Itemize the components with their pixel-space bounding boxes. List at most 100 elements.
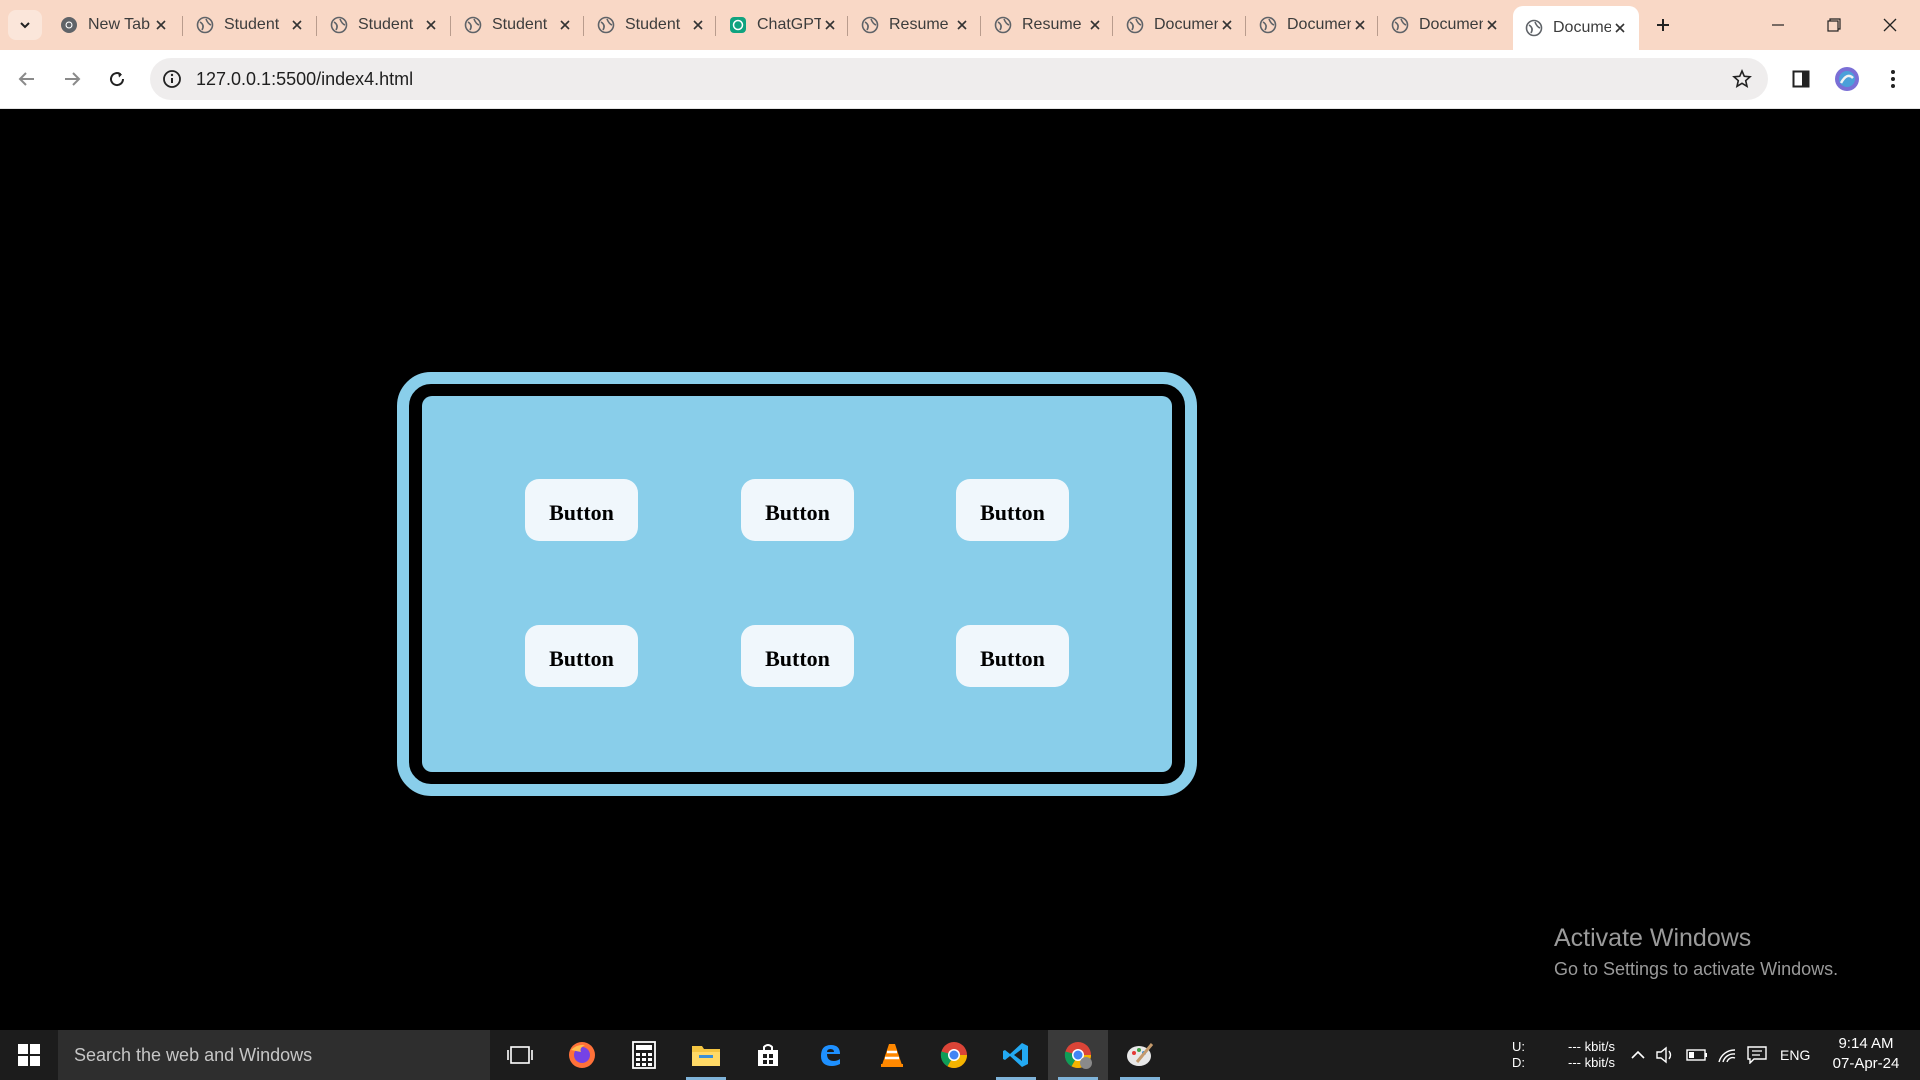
tab-title: Resume — [889, 16, 949, 33]
globe-icon — [1525, 19, 1543, 37]
close-icon[interactable] — [288, 16, 306, 34]
bookmark-star-icon[interactable] — [1730, 67, 1754, 91]
taskbar-vlc[interactable] — [862, 1030, 922, 1080]
task-view-icon — [507, 1046, 533, 1064]
arrow-left-icon — [18, 72, 34, 86]
tab-separator — [583, 16, 584, 36]
tab-title: Student — [358, 16, 414, 33]
close-icon[interactable] — [1483, 16, 1501, 34]
close-icon[interactable] — [821, 16, 839, 34]
restore-icon — [1827, 18, 1841, 32]
tab-title: Document — [1419, 16, 1483, 33]
side-panel-icon — [1792, 70, 1810, 88]
close-icon[interactable] — [1351, 16, 1369, 34]
taskbar: Search the web and Windows U: D: --- kbi… — [0, 1030, 1920, 1080]
language-indicator[interactable]: ENG — [1780, 1047, 1810, 1063]
tab-0[interactable]: New Tab — [48, 6, 180, 44]
taskbar-paint[interactable] — [1110, 1030, 1170, 1080]
restore-button[interactable] — [1806, 0, 1862, 50]
tab-separator — [1377, 16, 1378, 36]
taskbar-search-box[interactable]: Search the web and Windows — [58, 1030, 490, 1080]
grid-button-2[interactable]: Button — [741, 479, 854, 541]
battery-button[interactable] — [1684, 1030, 1710, 1080]
close-icon[interactable] — [1218, 16, 1236, 34]
tab-separator — [715, 16, 716, 36]
tab-3[interactable]: Student — [452, 6, 584, 44]
tab-4[interactable]: Student — [585, 6, 717, 44]
close-icon[interactable] — [689, 16, 707, 34]
minimize-button[interactable] — [1750, 0, 1806, 50]
globe-icon — [196, 16, 214, 34]
tab-search-button[interactable] — [8, 10, 42, 40]
volume-button[interactable] — [1652, 1030, 1678, 1080]
arrow-right-icon — [65, 72, 81, 86]
taskbar-firefox[interactable] — [552, 1030, 612, 1080]
tab-6[interactable]: Resume — [849, 6, 981, 44]
back-button[interactable] — [10, 62, 44, 96]
close-icon[interactable] — [1611, 19, 1629, 37]
globe-icon — [1259, 16, 1277, 34]
taskbar-vscode[interactable] — [986, 1030, 1046, 1080]
close-window-button[interactable] — [1862, 0, 1918, 50]
network-button[interactable] — [1714, 1030, 1740, 1080]
grid-button-5[interactable]: Button — [741, 625, 854, 687]
tab-separator — [980, 16, 981, 36]
activate-windows-watermark: Activate Windows Go to Settings to activ… — [1554, 924, 1838, 980]
info-icon[interactable] — [160, 67, 184, 91]
taskbar-store[interactable] — [738, 1030, 798, 1080]
forward-button[interactable] — [55, 62, 89, 96]
network-down-label: D: — [1512, 1055, 1525, 1070]
tab-2[interactable]: Student — [318, 6, 450, 44]
menu-button[interactable] — [1876, 62, 1910, 96]
taskbar-edge[interactable] — [800, 1030, 860, 1080]
tab-10[interactable]: Document — [1379, 6, 1511, 44]
address-bar[interactable]: 127.0.0.1:5500/index4.html — [150, 58, 1768, 100]
close-icon — [1883, 18, 1897, 32]
calculator-icon — [632, 1041, 656, 1069]
task-view-button[interactable] — [490, 1030, 550, 1080]
taskbar-file-explorer[interactable] — [676, 1030, 736, 1080]
tab-5[interactable]: ChatGPT — [717, 6, 849, 44]
tab-9[interactable]: Document — [1247, 6, 1379, 44]
globe-icon — [994, 16, 1012, 34]
reload-button[interactable] — [100, 62, 134, 96]
chevron-down-icon — [20, 22, 30, 29]
show-hidden-icons-button[interactable] — [1624, 1030, 1652, 1080]
tab-8[interactable]: Document — [1114, 6, 1246, 44]
close-icon[interactable] — [953, 16, 971, 34]
vlc-icon — [881, 1044, 903, 1067]
chatgpt-icon — [730, 17, 746, 33]
grid-button-1[interactable]: Button — [525, 479, 638, 541]
chrome-dev-icon — [1064, 1042, 1092, 1069]
taskbar-chrome-dev[interactable] — [1048, 1030, 1108, 1080]
search-placeholder: Search the web and Windows — [74, 1044, 313, 1065]
side-panel-button[interactable] — [1784, 62, 1818, 96]
action-center-button[interactable] — [1744, 1030, 1770, 1080]
plus-icon — [1657, 19, 1669, 31]
close-icon[interactable] — [1086, 16, 1104, 34]
grid-button-6[interactable]: Button — [956, 625, 1069, 687]
start-button[interactable] — [0, 1030, 58, 1080]
grid-button-4[interactable]: Button — [525, 625, 638, 687]
close-icon[interactable] — [152, 16, 170, 34]
new-tab-button[interactable] — [1648, 10, 1678, 40]
tab-11-active[interactable]: Document — [1513, 6, 1639, 50]
taskbar-calculator[interactable] — [614, 1030, 674, 1080]
file-explorer-icon — [692, 1046, 720, 1066]
profile-avatar[interactable] — [1830, 62, 1864, 96]
tab-title: New Tab — [88, 16, 150, 33]
browser-toolbar: 127.0.0.1:5500/index4.html — [0, 50, 1920, 109]
close-icon[interactable] — [422, 16, 440, 34]
tab-1[interactable]: Student — [184, 6, 316, 44]
clock[interactable]: 9:14 AM 07-Apr-24 — [1820, 1034, 1912, 1074]
minimize-icon — [1772, 24, 1784, 26]
url-text[interactable]: 127.0.0.1:5500/index4.html — [196, 69, 413, 90]
close-icon[interactable] — [556, 16, 574, 34]
taskbar-chrome[interactable] — [924, 1030, 984, 1080]
globe-icon — [1126, 16, 1144, 34]
grid-button-3[interactable]: Button — [956, 479, 1069, 541]
tab-7[interactable]: Resume — [982, 6, 1114, 44]
tab-title: Student — [492, 16, 548, 33]
tab-strip: New Tab Student Student Student Student … — [0, 0, 1920, 50]
tab-title: Document — [1553, 19, 1611, 36]
